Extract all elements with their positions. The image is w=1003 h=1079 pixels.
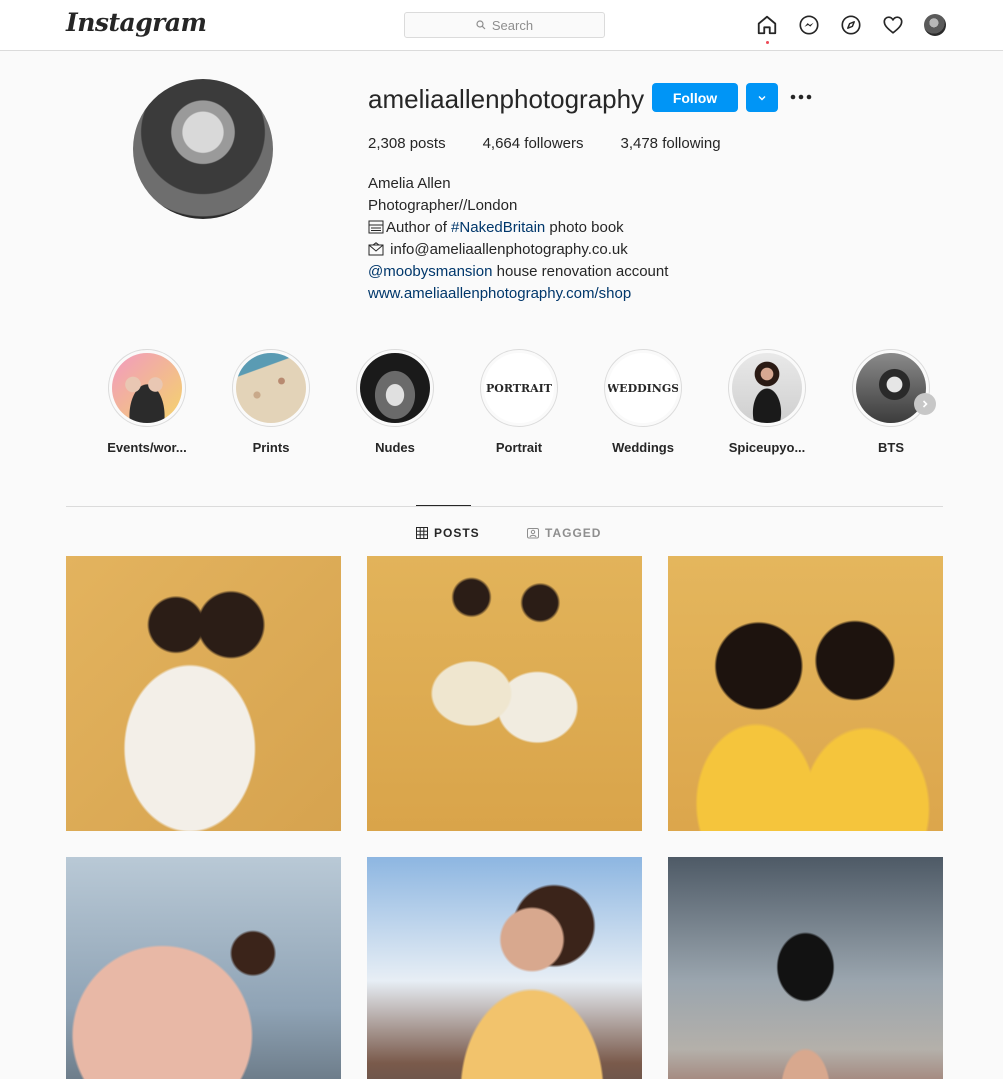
- tab-tagged[interactable]: TAGGED: [527, 526, 601, 540]
- chevron-down-icon: [758, 95, 766, 100]
- bio-line: Photographer//London: [368, 197, 518, 214]
- grid-icon: [416, 527, 428, 539]
- highlight-label: BTS: [878, 440, 904, 455]
- chevron-right-icon: [922, 400, 928, 408]
- home-button[interactable]: [756, 14, 778, 44]
- highlight-spiceupyo[interactable]: Spiceupyo...: [727, 349, 807, 455]
- highlight-label: Prints: [252, 440, 290, 455]
- highlight-cover: [236, 353, 306, 423]
- active-indicator: [766, 41, 769, 44]
- website-link[interactable]: www.ameliaallenphotography.com/shop: [368, 283, 668, 305]
- profile-stats: 2,308 posts 4,664 followers 3,478 follow…: [368, 135, 721, 152]
- more-options-button[interactable]: [790, 86, 812, 108]
- highlight-weddings[interactable]: WEDDINGS Weddings: [603, 349, 683, 455]
- avatar: [924, 14, 946, 36]
- highlight-label: Spiceupyo...: [728, 440, 806, 455]
- follow-button[interactable]: Follow: [652, 83, 738, 112]
- highlight-label: Weddings: [612, 440, 674, 455]
- post-thumbnail[interactable]: [367, 857, 642, 1079]
- profile-full-name: Amelia Allen: [368, 175, 451, 192]
- posts-count: 2,308 posts: [368, 135, 446, 152]
- followers-count[interactable]: 4,664 followers: [483, 135, 584, 152]
- highlight-label: Nudes: [375, 440, 415, 455]
- profile-bio: Amelia Allen Photographer//London Author…: [368, 173, 668, 305]
- home-icon: [757, 15, 777, 35]
- profile-button[interactable]: [924, 14, 946, 36]
- top-nav: Instagram Search: [0, 0, 1003, 51]
- search-input[interactable]: Search: [404, 12, 605, 38]
- hashtag-link[interactable]: #NakedBritain: [451, 219, 545, 236]
- envelope-icon: [368, 242, 384, 256]
- profile-username: ameliaallenphotography: [368, 84, 645, 114]
- bio-line: info@ameliaallenphotography.co.uk: [368, 239, 668, 261]
- highlight-prints[interactable]: Prints: [231, 349, 311, 455]
- search-icon: [476, 20, 486, 30]
- active-tab-indicator: [416, 505, 471, 506]
- mention-link[interactable]: @moobysmansion: [368, 263, 492, 280]
- highlight-portrait[interactable]: PORTRAIT Portrait: [479, 349, 559, 455]
- highlight-nudes[interactable]: Nudes: [355, 349, 435, 455]
- tagged-icon: [527, 528, 539, 539]
- tab-posts[interactable]: POSTS: [416, 526, 480, 540]
- highlights-next-button[interactable]: [914, 393, 936, 415]
- tabs-divider: [66, 506, 943, 507]
- search-placeholder: Search: [491, 17, 534, 33]
- post-thumbnail[interactable]: [66, 857, 341, 1079]
- highlight-label: Portrait: [495, 440, 543, 455]
- highlight-cover: [112, 353, 182, 423]
- messenger-icon: [799, 15, 819, 35]
- messenger-button[interactable]: [798, 14, 820, 36]
- heart-icon: [883, 16, 903, 34]
- book-icon: [368, 220, 384, 234]
- highlight-cover: PORTRAIT: [484, 353, 554, 423]
- explore-button[interactable]: [840, 14, 862, 36]
- instagram-logo[interactable]: Instagram: [66, 8, 207, 37]
- following-count[interactable]: 3,478 following: [620, 135, 720, 152]
- more-icon: [790, 94, 812, 100]
- highlight-cover: [856, 353, 926, 423]
- suggested-accounts-button[interactable]: [746, 83, 778, 112]
- profile-avatar[interactable]: [133, 79, 273, 219]
- explore-icon: [841, 15, 861, 35]
- post-thumbnail[interactable]: [367, 556, 642, 831]
- post-thumbnail[interactable]: [668, 556, 943, 831]
- highlight-label: Events/wor...: [107, 440, 187, 455]
- post-thumbnail[interactable]: [66, 556, 341, 831]
- bio-line: Author of #NakedBritain photo book: [368, 217, 668, 239]
- highlight-cover: WEDDINGS: [608, 353, 678, 423]
- highlight-cover: [360, 353, 430, 423]
- activity-button[interactable]: [882, 14, 904, 36]
- highlight-events[interactable]: Events/wor...: [107, 349, 187, 455]
- post-thumbnail[interactable]: [668, 857, 943, 1079]
- highlight-cover: [732, 353, 802, 423]
- bio-line: @moobysmansion house renovation account: [368, 263, 669, 280]
